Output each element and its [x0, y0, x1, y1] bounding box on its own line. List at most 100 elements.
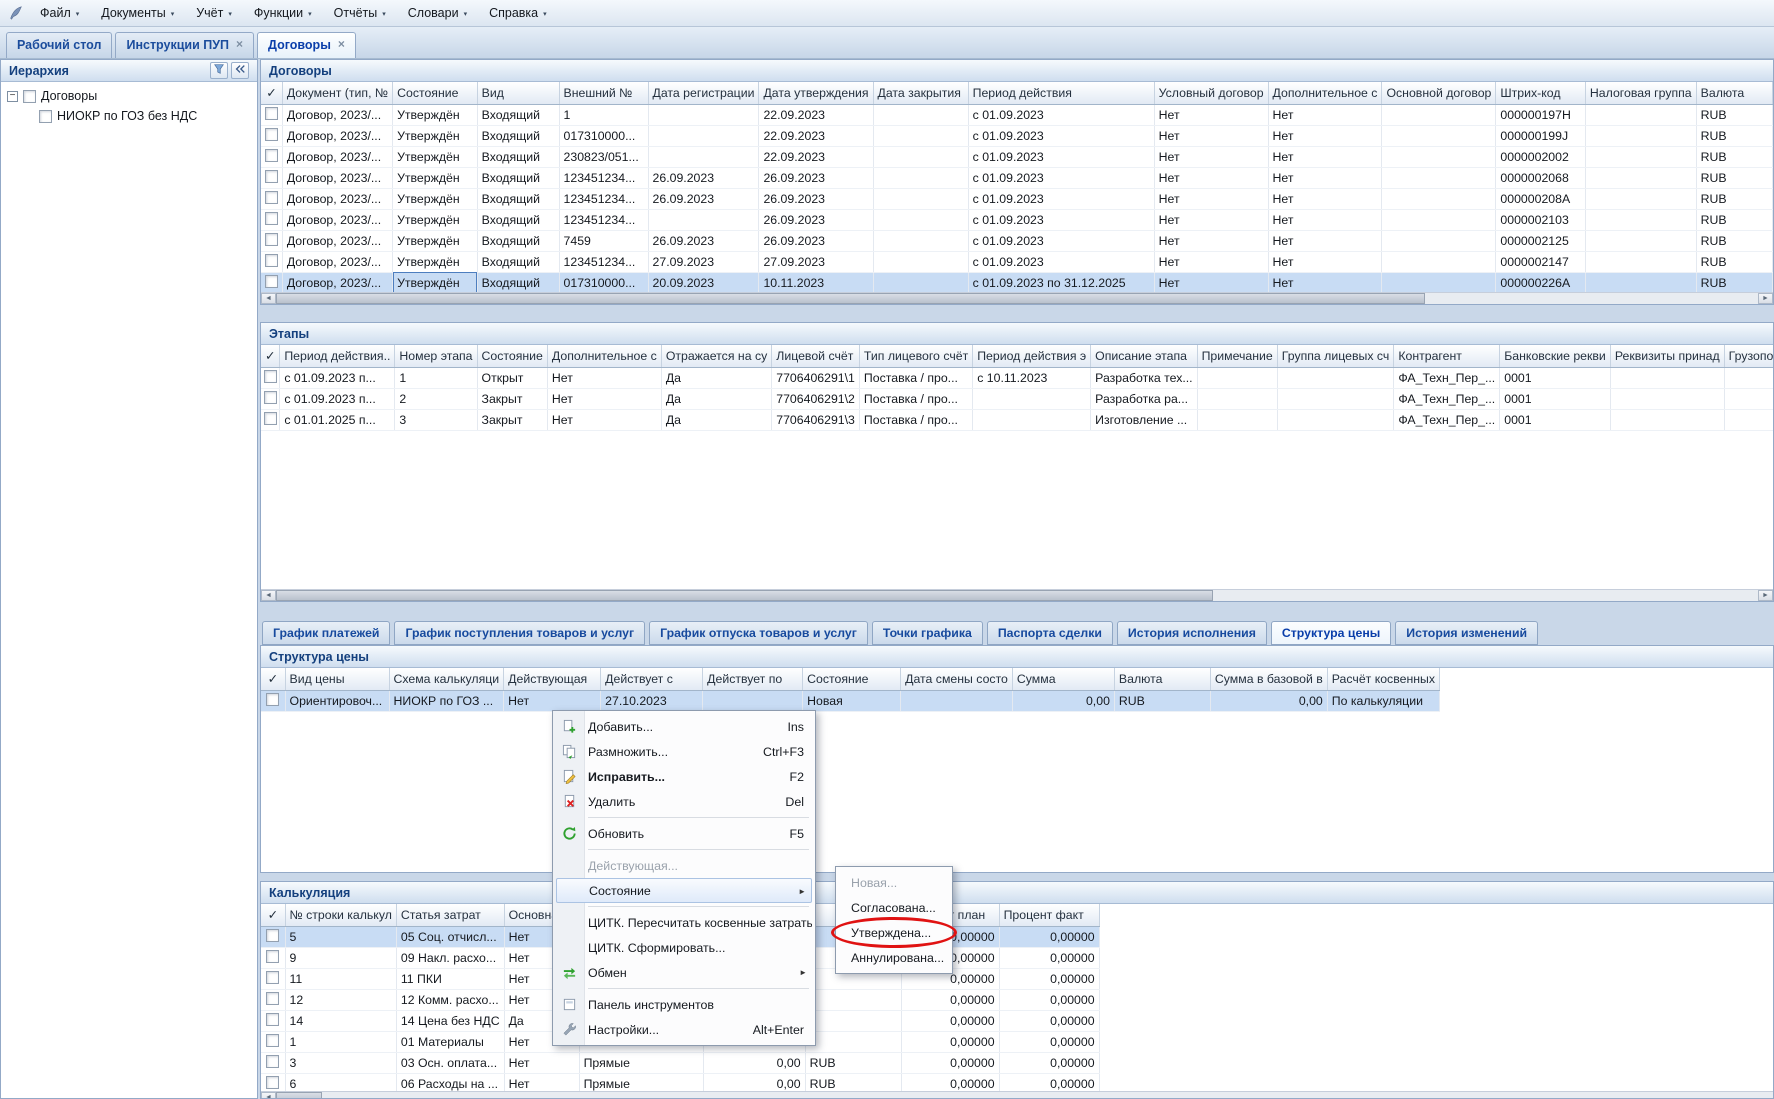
table-row[interactable]: с 01.09.2023 п...2ЗакрытНетДа7706406291\… — [261, 388, 1773, 409]
menu-item[interactable]: Добавить...Ins — [556, 714, 812, 739]
column-header[interactable]: № строки калькул — [285, 904, 396, 926]
close-icon[interactable]: × — [338, 38, 345, 50]
menu-item[interactable]: Размножить...Ctrl+F3 — [556, 739, 812, 764]
column-header[interactable]: Дата смены состо — [901, 668, 1013, 690]
column-header[interactable]: Грузополучатель — [1724, 345, 1773, 367]
menu-item[interactable]: ЦИТК. Пересчитать косвенные затраты... — [556, 910, 812, 935]
column-header[interactable]: Вид цены — [285, 668, 389, 690]
column-header[interactable]: Период действия — [968, 82, 1154, 104]
column-header[interactable]: Расчёт косвенных — [1327, 668, 1439, 690]
tab-3[interactable]: Договоры× — [257, 32, 356, 58]
scroll-left-button[interactable]: ◄ — [261, 1092, 276, 1098]
row-checkbox[interactable] — [266, 1055, 279, 1068]
column-header[interactable]: Сумма в базовой в — [1210, 668, 1327, 690]
tree-checkbox[interactable] — [39, 110, 52, 123]
tree-node[interactable]: НИОКР по ГОЗ без НДС — [1, 106, 257, 126]
table-row[interactable]: Договор, 2023/...УтверждёнВходящий123451… — [261, 251, 1773, 272]
column-header[interactable]: Период действия э — [973, 345, 1091, 367]
menubar-item-3[interactable]: Учёт▾ — [185, 1, 243, 25]
column-header[interactable]: Дополнительное с — [1268, 82, 1382, 104]
row-checkbox[interactable] — [266, 929, 279, 942]
row-checkbox[interactable] — [265, 254, 278, 267]
menu-item[interactable]: Обмен► — [556, 960, 812, 985]
column-header[interactable]: Примечание — [1197, 345, 1277, 367]
select-all-header[interactable]: ✓ — [261, 904, 285, 926]
column-header[interactable]: Лицевой счёт — [772, 345, 860, 367]
table-row[interactable]: Договор, 2023/...УтверждёнВходящий122.09… — [261, 104, 1773, 125]
select-all-header[interactable]: ✓ — [261, 668, 285, 690]
column-header[interactable]: Дополнительное с — [547, 345, 661, 367]
row-checkbox[interactable] — [266, 992, 279, 1005]
row-checkbox[interactable] — [264, 370, 277, 383]
column-header[interactable]: Процент факт — [999, 904, 1099, 926]
column-header[interactable]: Основной договор — [1382, 82, 1496, 104]
column-header[interactable]: Номер этапа — [395, 345, 477, 367]
subtab-2[interactable]: График поступления товаров и услуг — [394, 621, 645, 645]
menubar-item-2[interactable]: Документы▾ — [90, 1, 185, 25]
subtab-7[interactable]: Структура цены — [1271, 621, 1391, 645]
row-checkbox[interactable] — [265, 149, 278, 162]
column-header[interactable]: Валюта — [1696, 82, 1772, 104]
row-checkbox[interactable] — [264, 391, 277, 404]
column-header[interactable]: Схема калькуляци — [389, 668, 504, 690]
column-header[interactable]: Статья затрат — [396, 904, 504, 926]
close-icon[interactable]: × — [236, 38, 243, 50]
filter-button[interactable] — [210, 62, 228, 79]
scroll-right-button[interactable]: ► — [1758, 590, 1773, 601]
column-header[interactable]: Контрагент — [1394, 345, 1500, 367]
column-header[interactable]: Внешний № — [559, 82, 648, 104]
table-row[interactable]: Договор, 2023/...УтверждёнВходящий123451… — [261, 167, 1773, 188]
column-header[interactable]: Валюта — [1114, 668, 1210, 690]
scroll-left-button[interactable]: ◄ — [261, 590, 276, 601]
row-checkbox[interactable] — [266, 971, 279, 984]
column-header[interactable]: Состояние — [393, 82, 478, 104]
row-checkbox[interactable] — [266, 950, 279, 963]
select-all-header[interactable]: ✓ — [261, 345, 280, 367]
column-header[interactable]: Состояние — [477, 345, 547, 367]
column-header[interactable]: Вид — [477, 82, 559, 104]
tab-1[interactable]: Рабочий стол — [6, 32, 112, 58]
table-row[interactable]: Договор, 2023/...УтверждёнВходящий017310… — [261, 272, 1773, 292]
scroll-track[interactable] — [1213, 590, 1758, 601]
column-header[interactable]: Действующая — [504, 668, 601, 690]
row-checkbox[interactable] — [265, 233, 278, 246]
scroll-right-button[interactable]: ► — [1758, 293, 1773, 304]
row-checkbox[interactable] — [264, 412, 277, 425]
menu-item[interactable]: ЦИТК. Сформировать... — [556, 935, 812, 960]
column-header[interactable]: Штрих-код — [1496, 82, 1586, 104]
scroll-left-button[interactable]: ◄ — [261, 293, 276, 304]
table-row[interactable]: с 01.01.2025 п...3ЗакрытНетДа7706406291\… — [261, 409, 1773, 430]
column-header[interactable]: Действует с — [601, 668, 703, 690]
column-header[interactable]: Действует по — [703, 668, 803, 690]
menubar-item-7[interactable]: Справка▾ — [478, 1, 558, 25]
column-header[interactable]: Дата закрытия — [873, 82, 968, 104]
subtab-5[interactable]: Паспорта сделки — [987, 621, 1113, 645]
menu-item[interactable]: ОбновитьF5 — [556, 821, 812, 846]
row-checkbox[interactable] — [265, 107, 278, 120]
column-header[interactable]: Группа лицевых сч — [1277, 345, 1394, 367]
menubar-item-6[interactable]: Словари▾ — [397, 1, 478, 25]
menu-item[interactable]: Состояние► — [556, 878, 812, 903]
tree-checkbox[interactable] — [23, 90, 36, 103]
table-row[interactable]: Ориентировоч...НИОКР по ГОЗ ...Нет27.10.… — [261, 690, 1440, 711]
table-row[interactable]: Договор, 2023/...УтверждёнВходящий123451… — [261, 209, 1773, 230]
select-all-header[interactable]: ✓ — [261, 82, 282, 104]
menu-item[interactable]: Исправить...F2 — [556, 764, 812, 789]
column-header[interactable]: Документ (тип, № — [282, 82, 392, 104]
column-header[interactable]: Период действия.. — [280, 345, 395, 367]
table-row[interactable]: Договор, 2023/...УтверждёнВходящий745926… — [261, 230, 1773, 251]
column-header[interactable]: Дата утверждения — [759, 82, 873, 104]
table-row[interactable]: Договор, 2023/...УтверждёнВходящий230823… — [261, 146, 1773, 167]
scroll-thumb[interactable] — [276, 1092, 322, 1098]
row-checkbox[interactable] — [266, 1013, 279, 1026]
column-header[interactable]: Реквизиты принад — [1610, 345, 1724, 367]
app-icon[interactable] — [5, 5, 27, 21]
tree-expander-icon[interactable]: − — [7, 91, 18, 102]
table-row[interactable]: с 01.09.2023 п...1ОткрытНетДа7706406291\… — [261, 367, 1773, 388]
collapse-button[interactable] — [231, 62, 249, 79]
row-checkbox[interactable] — [266, 693, 279, 706]
menu-item[interactable]: Настройки...Alt+Enter — [556, 1017, 812, 1042]
table-row[interactable]: Договор, 2023/...УтверждёнВходящий123451… — [261, 188, 1773, 209]
column-header[interactable]: Сумма — [1012, 668, 1114, 690]
menubar-item-4[interactable]: Функции▾ — [243, 1, 323, 25]
